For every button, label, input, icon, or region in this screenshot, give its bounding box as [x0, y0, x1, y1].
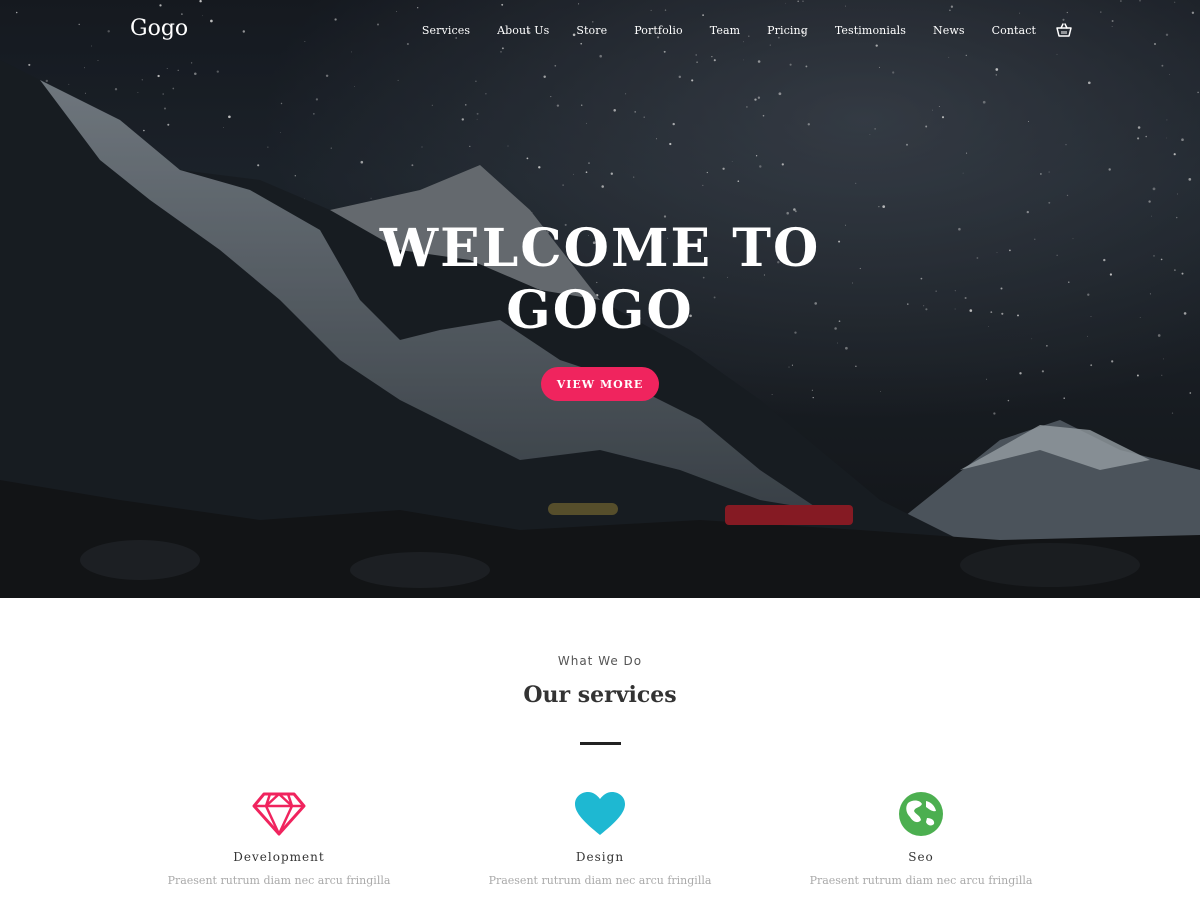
service-title: Development — [233, 850, 325, 864]
nav-item-contact[interactable]: Contact — [992, 24, 1036, 37]
view-more-button[interactable]: VIEW MORE — [541, 367, 659, 401]
diamond-icon — [149, 790, 409, 838]
main-menu: Services About Us Store Portfolio Team P… — [395, 22, 1072, 38]
nav-item-team[interactable]: Team — [710, 24, 740, 37]
nav-item-pricing[interactable]: Pricing — [767, 24, 808, 37]
service-text: Praesent rutrum diam nec arcu fringilla — [488, 874, 712, 887]
section-title: Our services — [523, 682, 677, 708]
services-section: What We Do Our services Development Prae… — [0, 598, 1200, 900]
service-title: Seo — [908, 850, 934, 864]
shopping-basket-icon[interactable] — [1056, 22, 1072, 38]
nav-item-testimonials[interactable]: Testimonials — [835, 24, 906, 37]
nav-item-news[interactable]: News — [933, 24, 965, 37]
service-title: Design — [575, 850, 625, 864]
hero-section: Gogo Services About Us Store Portfolio T… — [0, 0, 1200, 598]
service-text: Praesent rutrum diam nec arcu fringilla — [167, 874, 391, 887]
section-eyebrow: What We Do — [557, 654, 643, 668]
service-card-design: Design Praesent rutrum diam nec arcu fri… — [470, 790, 730, 890]
section-divider — [580, 742, 621, 745]
service-card-development: Development Praesent rutrum diam nec arc… — [149, 790, 409, 890]
service-text: Praesent rutrum diam nec arcu fringilla — [809, 874, 1033, 887]
heart-icon — [470, 790, 730, 838]
nav-item-store[interactable]: Store — [576, 24, 607, 37]
nav-item-about-us[interactable]: About Us — [497, 24, 549, 37]
nav-item-portfolio[interactable]: Portfolio — [634, 24, 683, 37]
nav-item-services[interactable]: Services — [422, 24, 470, 37]
top-navigation: Gogo Services About Us Store Portfolio T… — [0, 0, 1200, 60]
globe-icon — [791, 790, 1051, 838]
hero-title-line-2: GOGO — [506, 280, 694, 341]
site-logo[interactable]: Gogo — [130, 16, 188, 41]
hero-title: WELCOME TO GOGO — [0, 218, 1200, 342]
hero-title-line-1: WELCOME TO — [379, 218, 821, 279]
service-card-seo: Seo Praesent rutrum diam nec arcu fringi… — [791, 790, 1051, 890]
